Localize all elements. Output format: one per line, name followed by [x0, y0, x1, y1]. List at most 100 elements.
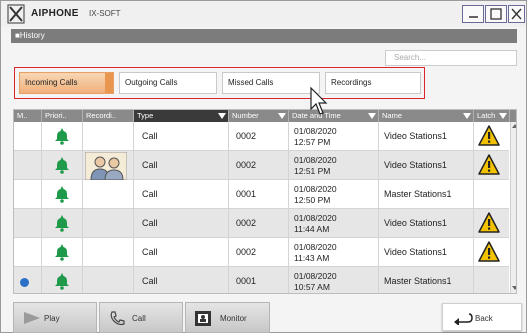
number-cell: 0002 [236, 131, 257, 141]
marked-cell [14, 180, 42, 209]
history-table: M.. Priori.. Recordi.. Type Number Date … [13, 109, 517, 294]
number-cell: 0001 [236, 276, 257, 286]
table-row[interactable]: Call 0002 01/08/2020 12:51 PM Video Stations… [14, 151, 509, 180]
table-header: M.. Priori.. Recordi.. Type Number Date … [14, 110, 516, 122]
priority-cell [53, 267, 73, 293]
column-header-number[interactable]: Number [229, 110, 289, 122]
latch-cell [474, 180, 510, 209]
title-bar: AIPHONE IX-SOFT [1, 1, 526, 27]
bell-icon [55, 244, 69, 261]
column-header-type[interactable]: Type [134, 110, 229, 122]
call-button[interactable]: Call [99, 302, 183, 333]
tab-incoming-calls[interactable]: Incoming Calls [19, 72, 114, 94]
table-row[interactable]: Call 0002 01/08/2020 12:57 PM Video Stations… [14, 122, 509, 151]
sort-arrow-icon [368, 113, 376, 119]
warning-icon [478, 125, 500, 146]
column-header-priority[interactable]: Priori.. [42, 110, 83, 122]
name-cell: Video Stations1 [384, 131, 447, 141]
warning-icon [478, 154, 500, 175]
back-label: Back [475, 314, 493, 323]
date-text: 01/08/2020 [294, 155, 337, 165]
date-time-cell: 01/08/2020 12:51 PM [292, 151, 379, 180]
recording-thumbnail[interactable] [85, 152, 127, 180]
search-input[interactable]: Search... [385, 50, 517, 66]
latch-cell [474, 209, 510, 238]
section-title: ■History [11, 29, 517, 43]
marked-cell [14, 238, 42, 267]
time-text: 11:44 AM [294, 224, 330, 234]
tab-label: Missed Calls [228, 78, 274, 87]
app-brand: AIPHONE [31, 8, 79, 19]
tab-outgoing-calls[interactable]: Outgoing Calls [119, 72, 217, 94]
close-icon [511, 8, 522, 20]
tab-label: Incoming Calls [25, 78, 78, 87]
column-header-latch[interactable]: Latch [474, 110, 510, 122]
date-text: 01/08/2020 [294, 184, 337, 194]
name-cell: Video Stations1 [384, 247, 447, 257]
priority-cell [53, 180, 73, 209]
name-cell: Master Stations1 [384, 189, 452, 199]
type-cell: Call [142, 247, 158, 257]
table-row[interactable]: Call 0002 01/08/2020 11:43 AM Video Stations… [14, 238, 509, 267]
tab-recordings[interactable]: Recordings [325, 72, 421, 94]
priority-cell [53, 151, 73, 180]
warning-icon [478, 241, 500, 262]
recording-cell [83, 180, 134, 209]
call-type-tabs: Incoming Calls Outgoing Calls Missed Cal… [14, 67, 425, 99]
play-button[interactable]: Play [13, 302, 97, 333]
bell-icon [55, 128, 69, 145]
tab-missed-calls[interactable]: Missed Calls [222, 72, 320, 94]
scroll-up-icon[interactable] [512, 124, 516, 128]
number-cell: 0001 [236, 189, 257, 199]
priority-cell [53, 209, 73, 238]
table-row[interactable]: Call 0001 01/08/2020 10:57 AM Master Station… [14, 267, 509, 293]
column-header-name[interactable]: Name [379, 110, 474, 122]
minimize-button[interactable] [462, 5, 484, 23]
column-header-marked[interactable]: M.. [14, 110, 42, 122]
sort-arrow-icon [278, 113, 286, 119]
time-text: 10:57 AM [294, 282, 330, 292]
marked-cell [14, 122, 42, 151]
date-text: 01/08/2020 [294, 126, 337, 136]
date-time-cell: 01/08/2020 11:44 AM [292, 209, 379, 238]
number-cell: 0002 [236, 247, 257, 257]
date-time-cell: 01/08/2020 11:43 AM [292, 238, 379, 267]
recording-cell [83, 209, 134, 238]
play-icon [24, 312, 40, 324]
back-arrow-icon [454, 313, 473, 325]
type-cell: Call [142, 131, 158, 141]
monitor-label: Monitor [220, 314, 247, 323]
date-time-cell: 01/08/2020 12:50 PM [292, 180, 379, 209]
table-scrollbar[interactable] [510, 122, 516, 293]
phone-icon [110, 311, 125, 326]
latch-cell [474, 122, 510, 151]
column-header-recording[interactable]: Recordi.. [83, 110, 134, 122]
table-row[interactable]: Call 0001 01/08/2020 12:50 PM Master Station… [14, 180, 509, 209]
number-cell: 0002 [236, 218, 257, 228]
back-button[interactable]: Back [442, 303, 522, 331]
warning-icon [478, 212, 500, 233]
latch-cell [474, 151, 510, 180]
name-cell: Master Stations1 [384, 276, 452, 286]
column-header-date-time[interactable]: Date and Time [289, 110, 379, 122]
close-button[interactable] [508, 5, 525, 23]
bell-icon [55, 215, 69, 232]
priority-cell [53, 238, 73, 267]
date-text: 01/08/2020 [294, 213, 337, 223]
recording-cell [83, 122, 134, 151]
time-text: 11:43 AM [294, 253, 330, 263]
time-text: 12:57 PM [294, 137, 331, 147]
maximize-icon [490, 8, 502, 20]
bell-icon [55, 186, 69, 203]
unread-marker-icon [20, 278, 29, 287]
play-label: Play [44, 314, 60, 323]
scroll-down-icon[interactable] [512, 286, 516, 290]
recording-cell [83, 238, 134, 267]
date-text: 01/08/2020 [294, 271, 337, 281]
name-cell: Video Stations1 [384, 218, 447, 228]
maximize-button[interactable] [485, 5, 507, 23]
table-row[interactable]: Call 0002 01/08/2020 11:44 AM Video Stations… [14, 209, 509, 238]
call-label: Call [132, 314, 146, 323]
monitor-button[interactable]: Monitor [185, 302, 270, 333]
bell-icon [55, 157, 69, 174]
